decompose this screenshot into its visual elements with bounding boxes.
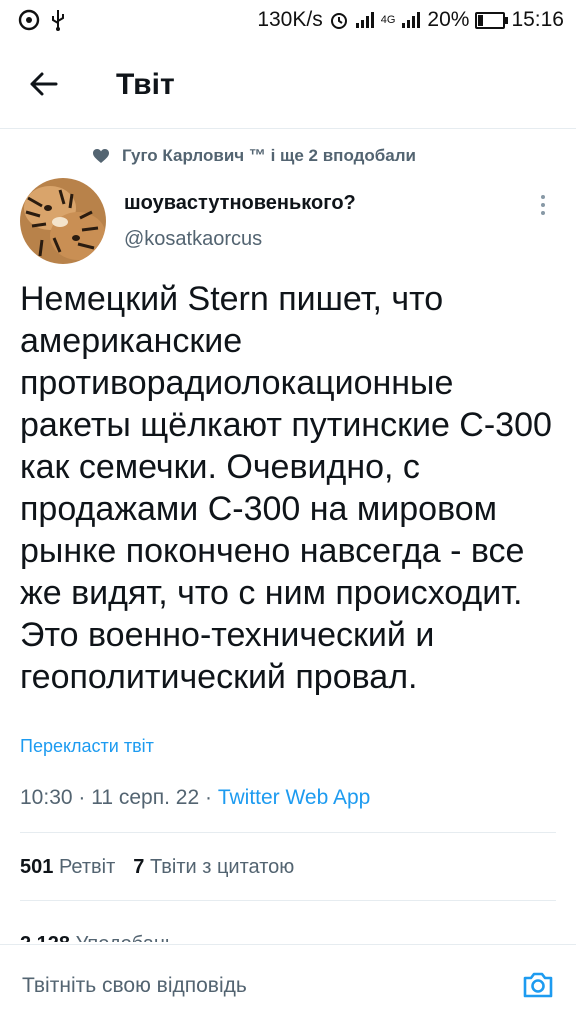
reply-input[interactable]	[22, 971, 482, 1001]
more-vertical-icon[interactable]	[528, 190, 558, 220]
meta-separator: ·	[78, 786, 92, 809]
author-handle[interactable]: @kosatkaorcus	[124, 228, 262, 251]
author-name[interactable]: шоувастутновенького?	[124, 192, 356, 215]
battery-percent: 20%	[427, 8, 470, 31]
quotes-count: 7	[133, 856, 145, 878]
likes-stat[interactable]: 2 128 Уподобань	[20, 924, 175, 942]
reply-bar	[0, 944, 576, 1025]
signal-4g-icon	[402, 12, 421, 28]
retweets-label: Ретвіт	[58, 856, 116, 878]
top-app-bar: Твіт	[0, 40, 576, 129]
clock: 15:16	[511, 8, 564, 31]
notification-icon	[18, 9, 40, 31]
avatar[interactable]	[20, 178, 106, 264]
quotes-label: Твіти з цитатою	[149, 856, 295, 878]
social-context[interactable]: Гуго Карлович ™ і ще 2 вподобали	[92, 146, 416, 166]
network-type: 4G	[380, 14, 396, 26]
status-bar: 130K/s 4G 20% 15:16	[0, 0, 576, 40]
divider	[20, 900, 556, 901]
engagement-stats: 501 Ретвіт 7 Твіти з цитатою	[20, 856, 294, 879]
heart-icon	[93, 149, 109, 163]
tweet-date: 11 серп. 22	[91, 786, 200, 809]
retweets-count: 501	[20, 856, 54, 878]
camera-icon[interactable]	[520, 967, 556, 1003]
likes-count: 2 128	[20, 933, 70, 942]
tweet-time: 10:30	[20, 786, 73, 809]
social-context-text: Гуго Карлович ™ і ще 2 вподобали	[122, 146, 416, 165]
usb-icon	[52, 10, 64, 31]
page-title: Твіт	[116, 68, 175, 101]
battery-icon	[475, 11, 509, 29]
arrow-left-icon[interactable]	[22, 62, 66, 106]
tweet-meta: 10:30 · 11 серп. 22 · Twitter Web App	[20, 786, 370, 810]
retweets-stat[interactable]: 501 Ретвіт	[20, 856, 115, 878]
divider	[20, 832, 556, 833]
translate-tweet-link[interactable]: Перекласти твіт	[20, 736, 154, 757]
likes-label: Уподобань	[76, 933, 176, 942]
signal-icon	[355, 12, 374, 28]
alarm-icon	[330, 13, 347, 29]
tweet-text: Немецкий Stern пишет, что американские п…	[20, 280, 552, 696]
network-speed: 130K/s	[257, 8, 323, 31]
quotes-stat[interactable]: 7 Твіти з цитатою	[133, 856, 294, 878]
avatar-image	[20, 178, 106, 264]
tweet-source-link[interactable]: Twitter Web App	[218, 786, 371, 809]
meta-separator: ·	[204, 786, 218, 809]
